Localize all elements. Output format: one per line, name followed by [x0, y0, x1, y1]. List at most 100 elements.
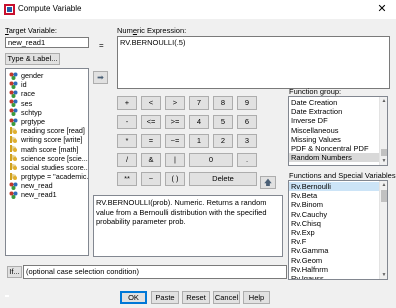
function-group-item[interactable]: Date Extraction [289, 107, 387, 116]
variable-item[interactable]: gender [6, 71, 88, 80]
scroll-up-icon[interactable]: ▲ [380, 181, 387, 189]
function-item[interactable]: Rv.Binom [289, 200, 387, 209]
variable-item[interactable]: schtyp [6, 108, 88, 117]
keypad-button[interactable]: 9 [237, 96, 257, 110]
variable-item[interactable]: math score [math] [6, 145, 88, 154]
function-group-item[interactable]: Date Creation [289, 98, 387, 107]
paste-button[interactable]: Paste [151, 291, 179, 304]
keypad-button[interactable]: 1 [189, 134, 209, 148]
target-variable-input[interactable]: new_read1 [5, 37, 89, 48]
numeric-expression-input[interactable]: RV.BERNOULLI(.5) [117, 36, 390, 89]
variable-label: prgtype [21, 116, 45, 126]
equals-sign: = [99, 41, 104, 50]
keypad-button[interactable]: + [117, 96, 137, 110]
keypad-button[interactable]: > [165, 96, 185, 110]
function-item[interactable]: Rv.Bernoulli [289, 182, 387, 192]
if-condition-field[interactable]: (optional case selection condition) [23, 265, 287, 279]
keypad-button[interactable]: 8 [213, 96, 233, 110]
keypad-button[interactable]: 5 [213, 115, 233, 129]
variable-item[interactable]: prgtype = "academic... [6, 172, 88, 181]
function-item[interactable]: Rv.Chisq [289, 219, 387, 228]
function-item[interactable]: Rv.Gamma [289, 246, 387, 255]
scale-variable-icon [9, 135, 18, 144]
variable-item[interactable]: race [6, 89, 88, 98]
keypad-button[interactable]: | [165, 153, 185, 167]
function-group-item[interactable]: Missing Values [289, 135, 387, 144]
keypad-button[interactable]: >= [165, 115, 185, 129]
ok-button[interactable]: OK [120, 291, 147, 304]
scroll-thumb[interactable] [381, 149, 387, 156]
scroll-thumb[interactable] [381, 190, 387, 202]
function-group-item[interactable]: Inverse DF [289, 116, 387, 125]
keypad-button[interactable]: & [141, 153, 161, 167]
variable-item[interactable]: prgtype [6, 117, 88, 126]
variable-label: new_read [21, 181, 53, 191]
variable-item[interactable]: social studies score... [6, 163, 88, 172]
insert-function-button[interactable]: 🡅 [260, 176, 276, 189]
variable-item[interactable]: science score [scie... [6, 154, 88, 163]
function-item[interactable]: Rv.Beta [289, 191, 387, 200]
keypad-button[interactable]: ~= [165, 134, 185, 148]
nominal-variable-icon [9, 81, 18, 89]
help-button[interactable]: Help [243, 291, 270, 304]
keypad-button[interactable]: ( ) [165, 172, 185, 186]
functions-label: Functions and Special Variables: [289, 171, 396, 180]
function-group-item[interactable]: Miscellaneous [289, 126, 387, 135]
variable-item[interactable]: new_read [6, 181, 88, 190]
keypad-button[interactable]: 4 [189, 115, 209, 129]
keypad-button[interactable]: 2 [213, 134, 233, 148]
arrow-up-icon: 🡅 [263, 177, 273, 187]
function-group-item[interactable]: PDF & Noncentral PDF [289, 144, 387, 153]
keypad-button[interactable]: <= [141, 115, 161, 129]
variable-item[interactable]: id [6, 80, 88, 89]
scale-variable-icon [9, 172, 18, 181]
keypad-button[interactable]: / [117, 153, 137, 167]
keypad-button[interactable]: 6 [237, 115, 257, 129]
target-variable-label: Target Variable: [5, 26, 57, 35]
keypad-button[interactable]: - [117, 115, 137, 129]
function-group-list[interactable]: Date Creation Date Extraction Inverse DF Mi… [288, 96, 388, 166]
variable-item[interactable]: new_read1 [6, 190, 88, 199]
keypad-button[interactable]: * [117, 134, 137, 148]
scroll-up-icon[interactable]: ▲ [380, 97, 387, 105]
type-label-button[interactable]: Type & Label... [5, 53, 60, 65]
function-group-item[interactable]: Random Numbers [289, 153, 387, 163]
keypad-button[interactable]: ** [117, 172, 137, 186]
keypad-button[interactable]: 0 [189, 153, 233, 167]
cancel-button[interactable]: Cancel [213, 291, 240, 304]
keypad-button[interactable]: 3 [237, 134, 257, 148]
variable-label: science score [scie... [21, 153, 88, 163]
variable-label: math score [math] [21, 144, 79, 154]
reset-button[interactable]: Reset [182, 291, 210, 304]
function-item[interactable]: Rv.Cauchy [289, 210, 387, 219]
nominal-variable-icon [9, 118, 18, 126]
variable-label: reading score [read] [21, 126, 85, 136]
function-group-scrollbar[interactable]: ▲ ▼ [379, 97, 387, 165]
function-group-label: Function group: [289, 87, 342, 96]
keypad-button[interactable]: . [237, 153, 257, 167]
variable-item[interactable]: reading score [read] [6, 126, 88, 135]
variable-label: new_read1 [21, 190, 57, 200]
keypad-button[interactable]: = [141, 134, 161, 148]
keypad-button[interactable]: ~ [141, 172, 161, 186]
close-icon[interactable]: ✕ [368, 0, 396, 19]
function-item[interactable]: Rv.Exp [289, 228, 387, 237]
window-title: Compute Variable [18, 4, 82, 13]
move-variable-button[interactable]: ➡ [93, 71, 108, 84]
arrow-right-icon: ➡ [97, 72, 104, 82]
keypad-button[interactable]: 7 [189, 96, 209, 110]
variable-item[interactable]: writing score [write] [6, 135, 88, 144]
variable-label: gender [21, 71, 44, 80]
function-item[interactable]: Rv.F [289, 237, 387, 246]
scale-variable-icon [9, 145, 18, 153]
function-description: RV.BERNOULLI(prob). Numeric. Returns a r… [93, 195, 283, 257]
variable-item[interactable]: ses [6, 99, 88, 108]
nominal-variable-icon [9, 99, 18, 108]
keypad-button[interactable]: < [141, 96, 161, 110]
variable-list[interactable]: gender id race ses schtyp prgtype reading scor… [5, 68, 89, 256]
scroll-down-icon[interactable]: ▼ [380, 157, 387, 165]
delete-button[interactable]: Delete [189, 172, 257, 186]
scale-variable-icon [9, 154, 18, 162]
nominal-variable-icon [9, 191, 18, 200]
variable-label: schtyp [21, 107, 42, 117]
